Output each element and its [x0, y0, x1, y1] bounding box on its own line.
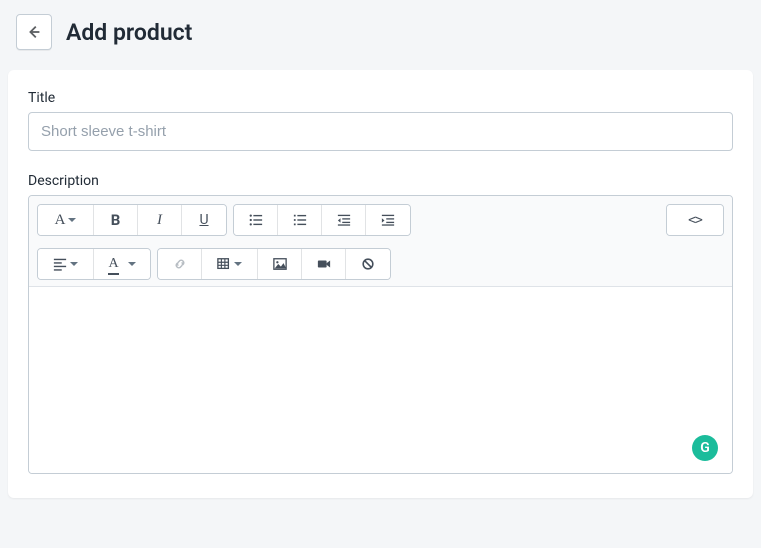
clear-formatting-button[interactable]	[346, 249, 390, 279]
title-input[interactable]	[28, 112, 733, 151]
code-view-button[interactable]: <>	[667, 205, 723, 235]
page-header: Add product	[0, 0, 761, 70]
caret-down-icon	[70, 262, 78, 266]
caret-down-icon	[128, 262, 136, 266]
insert-group	[157, 248, 391, 280]
title-field: Title	[28, 90, 733, 151]
underline-button[interactable]: U	[182, 205, 226, 235]
numbered-list-button[interactable]	[278, 205, 322, 235]
format-group: A B I U	[37, 204, 227, 236]
description-field: Description A B I	[28, 173, 733, 474]
caret-down-icon	[234, 262, 242, 266]
link-button[interactable]	[158, 249, 202, 279]
view-group: <>	[666, 204, 724, 236]
description-label: Description	[28, 173, 733, 189]
indent-button[interactable]	[366, 205, 410, 235]
rich-text-editor: A B I U	[28, 195, 733, 474]
grammarly-icon[interactable]: G	[692, 435, 718, 461]
link-icon	[173, 257, 187, 271]
paragraph-style-button[interactable]: A	[38, 205, 94, 235]
bullet-list-button[interactable]	[234, 205, 278, 235]
bold-button[interactable]: B	[94, 205, 138, 235]
outdent-icon	[337, 213, 351, 227]
video-button[interactable]	[302, 249, 346, 279]
bullet-list-icon	[249, 213, 263, 227]
ban-icon	[361, 257, 375, 271]
product-card: Title Description A B	[8, 70, 753, 498]
title-label: Title	[28, 90, 733, 106]
indent-icon	[381, 213, 395, 227]
back-button[interactable]	[16, 14, 52, 50]
image-button[interactable]	[258, 249, 302, 279]
table-button[interactable]	[202, 249, 258, 279]
outdent-button[interactable]	[322, 205, 366, 235]
align-left-icon	[53, 257, 67, 271]
editor-toolbar: A B I U	[29, 196, 732, 287]
image-icon	[273, 257, 287, 271]
italic-button[interactable]: I	[138, 205, 182, 235]
table-icon	[217, 257, 231, 271]
caret-down-icon	[68, 218, 76, 222]
video-icon	[317, 257, 331, 271]
arrow-left-icon	[25, 23, 43, 41]
align-group: A	[37, 248, 151, 280]
text-color-button[interactable]: A	[94, 249, 150, 279]
description-textarea[interactable]: G	[29, 287, 732, 473]
page-title: Add product	[66, 19, 192, 46]
numbered-list-icon	[293, 213, 307, 227]
align-button[interactable]	[38, 249, 94, 279]
list-group	[233, 204, 411, 236]
